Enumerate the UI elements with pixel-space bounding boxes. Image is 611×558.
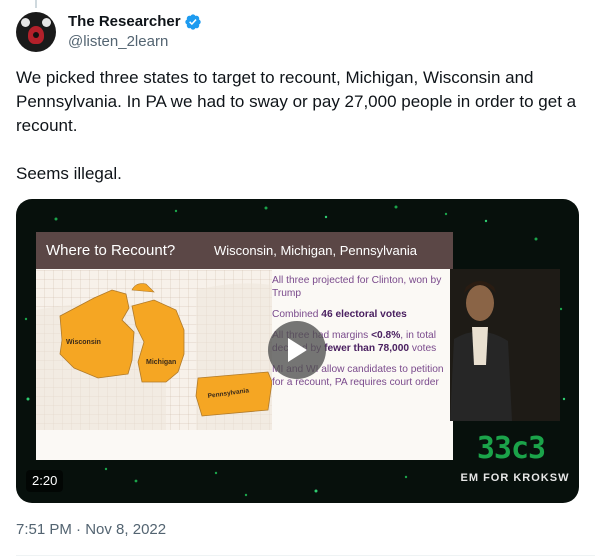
states-map: Wisconsin Michigan Pennsylvania [36,270,272,430]
play-button[interactable] [268,321,326,379]
map-label-wisconsin: Wisconsin [66,339,101,346]
tweet-paragraph: We picked three states to target to reco… [16,68,577,135]
slide-subtitle: Wisconsin, Michigan, Pennsylvania [214,243,418,258]
slide-header: Where to Recount? Wisconsin, Michigan, P… [36,232,453,269]
conference-logo: 33c3 [476,431,546,466]
tweet-date[interactable]: Nov 8, 2022 [85,521,166,538]
timestamp-separator: · [71,521,86,538]
tweet-header: The Researcher @listen_2learn [16,8,202,56]
verified-badge-icon[interactable] [184,13,202,31]
video-duration: 2:20 [26,470,64,492]
conference-subtitle: EM FOR KROKSW [460,472,570,484]
tweet-timestamp[interactable]: 7:51 PM · Nov 8, 2022 [16,520,166,540]
play-icon [288,338,307,362]
tweet-time[interactable]: 7:51 PM [16,521,72,538]
tweet-paragraph: Seems illegal. [16,164,122,183]
slide-bullet: All three projected for Clinton, won by … [272,275,442,299]
author-names: The Researcher @listen_2learn [68,12,202,52]
tweet-text: We picked three states to target to reco… [16,66,586,186]
presentation-slide: Where to Recount? Wisconsin, Michigan, P… [36,232,453,460]
user-handle[interactable]: @listen_2learn [68,32,202,52]
thread-connector [35,0,37,8]
display-name[interactable]: The Researcher [68,12,181,32]
video-player[interactable]: Where to Recount? Wisconsin, Michigan, P… [16,199,579,503]
map-label-michigan: Michigan [146,359,176,366]
slide-bullet: Combined 46 electoral votes [272,309,407,320]
slide-title: Where to Recount? [46,242,176,259]
speaker-figure [450,269,560,421]
avatar[interactable] [16,12,56,52]
divider [16,555,595,556]
